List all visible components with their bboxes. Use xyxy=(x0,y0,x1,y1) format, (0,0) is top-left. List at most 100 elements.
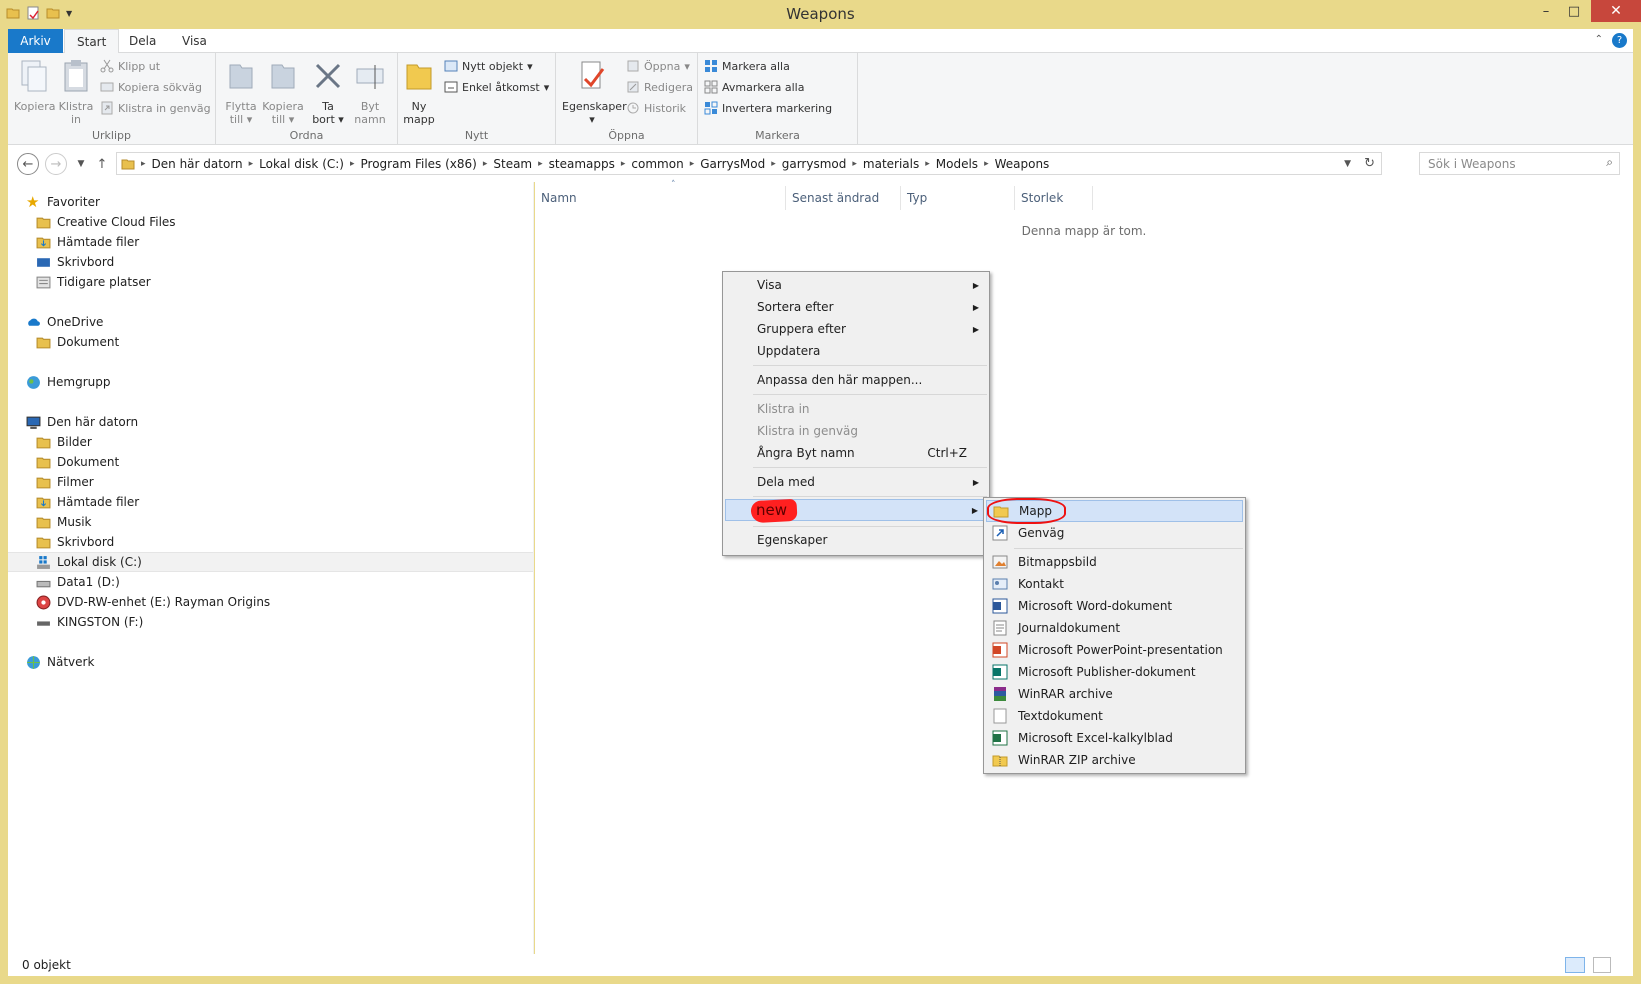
breadcrumb-item[interactable]: steamapps xyxy=(549,157,615,171)
nav-item[interactable]: Data1 (D:) xyxy=(36,572,120,592)
breadcrumb-item[interactable]: Models xyxy=(936,157,978,171)
cut-button[interactable]: Klipp ut xyxy=(100,57,160,75)
nav-item[interactable]: KINGSTON (F:) xyxy=(36,612,143,632)
address-dropdown-icon[interactable]: ▼ xyxy=(1344,159,1351,169)
select-all-button[interactable]: Markera alla xyxy=(704,57,790,75)
menu-separator xyxy=(1014,548,1243,549)
menu-item-group[interactable]: Gruppera efter ▶ xyxy=(725,318,987,340)
paste-button[interactable]: Klistra in xyxy=(58,59,94,126)
close-button[interactable]: ✕ xyxy=(1591,0,1641,22)
submenu-item-bitmap[interactable]: Bitmappsbild xyxy=(986,551,1243,573)
submenu-item-text[interactable]: Textdokument xyxy=(986,705,1243,727)
menu-item-view[interactable]: Visa ▶ xyxy=(725,274,987,296)
copy-button[interactable]: Kopiera xyxy=(14,59,55,113)
history-button[interactable]: Historik xyxy=(626,99,686,117)
new-item-icon xyxy=(444,60,458,72)
back-button[interactable]: ← xyxy=(17,153,39,175)
breadcrumb-item[interactable]: Steam xyxy=(493,157,532,171)
copy-to-icon xyxy=(271,64,295,89)
tab-visa[interactable]: Visa xyxy=(170,29,219,53)
copy-to-button[interactable]: Kopiera till ▾ xyxy=(262,59,304,126)
breadcrumb-item[interactable]: Program Files (x86) xyxy=(361,157,477,171)
nav-item[interactable]: Filmer xyxy=(36,472,94,492)
tab-start[interactable]: Start xyxy=(64,29,120,54)
nav-item[interactable]: Hämtade filer xyxy=(36,232,139,252)
nav-item[interactable]: Creative Cloud Files xyxy=(36,212,176,232)
nav-item[interactable]: Dokument xyxy=(36,332,119,352)
open-button[interactable]: Öppna ▾ xyxy=(626,57,690,75)
nav-item[interactable]: Dokument xyxy=(36,452,119,472)
folder-icon xyxy=(406,64,432,90)
properties-button[interactable]: Egenskaper ▾ xyxy=(562,59,627,126)
large-icons-view-icon[interactable] xyxy=(1593,957,1611,973)
submenu-item-publisher[interactable]: Microsoft Publisher-dokument xyxy=(986,661,1243,683)
copy-path-button[interactable]: Kopiera sökväg xyxy=(100,78,202,96)
tab-dela[interactable]: Dela xyxy=(117,29,168,53)
breadcrumb-item[interactable]: Weapons xyxy=(995,157,1050,171)
breadcrumb-item[interactable]: Den här datorn xyxy=(152,157,243,171)
forward-button[interactable]: → xyxy=(45,153,67,175)
menu-item-paste[interactable]: Klistra in xyxy=(725,398,987,420)
new-item-button[interactable]: Nytt objekt ▾ xyxy=(444,57,533,75)
refresh-icon[interactable]: ↻ xyxy=(1364,156,1375,171)
breadcrumb-item[interactable]: Lokal disk (C:) xyxy=(259,157,344,171)
breadcrumb-item[interactable]: materials xyxy=(863,157,919,171)
nav-item[interactable]: Skrivbord xyxy=(36,252,114,272)
column-header-size[interactable]: Storlek xyxy=(1015,186,1093,210)
move-to-button[interactable]: Flytta till ▾ xyxy=(222,59,260,126)
select-none-button[interactable]: Avmarkera alla xyxy=(704,78,804,96)
menu-separator xyxy=(753,526,987,527)
submenu-item-excel[interactable]: Microsoft Excel-kalkylblad xyxy=(986,727,1243,749)
recent-locations-icon[interactable]: ▼ xyxy=(70,153,92,175)
address-bar[interactable]: ▸ Den här datorn ▸ Lokal disk (C:) ▸ Progr… xyxy=(116,152,1382,175)
nav-favorites[interactable]: ★ Favoriter xyxy=(26,192,100,212)
nav-item[interactable]: DVD-RW-enhet (E:) Rayman Origins xyxy=(36,592,270,612)
nav-item[interactable]: Skrivbord xyxy=(36,532,114,552)
invert-selection-button[interactable]: Invertera markering xyxy=(704,99,832,117)
delete-button[interactable]: Ta bort ▾ xyxy=(308,59,348,126)
details-view-icon[interactable] xyxy=(1565,957,1585,973)
submenu-item-contact[interactable]: Kontakt xyxy=(986,573,1243,595)
menu-item-refresh[interactable]: Uppdatera xyxy=(725,340,987,362)
breadcrumb-item[interactable]: GarrysMod xyxy=(700,157,765,171)
nav-network[interactable]: Nätverk xyxy=(26,652,94,672)
menu-item-undo[interactable]: Ångra Byt namn Ctrl+Z xyxy=(725,442,987,464)
nav-item[interactable]: Musik xyxy=(36,512,92,532)
collapse-ribbon-icon[interactable]: ⌃ xyxy=(1595,34,1603,45)
nav-this-pc[interactable]: Den här datorn xyxy=(26,412,138,432)
submenu-item-winrar-zip[interactable]: WinRAR ZIP archive xyxy=(986,749,1243,771)
breadcrumb-item[interactable]: common xyxy=(631,157,683,171)
computer-icon xyxy=(26,416,41,429)
menu-item-customize[interactable]: Anpassa den här mappen... xyxy=(725,369,987,391)
submenu-item-winrar[interactable]: WinRAR archive xyxy=(986,683,1243,705)
rename-button[interactable]: Byt namn xyxy=(350,59,390,126)
menu-item-properties[interactable]: Egenskaper xyxy=(725,529,987,551)
menu-item-share[interactable]: Dela med ▶ xyxy=(725,471,987,493)
menu-item-paste-shortcut[interactable]: Klistra in genväg xyxy=(725,420,987,442)
edit-button[interactable]: Redigera xyxy=(626,78,693,96)
help-icon[interactable]: ? xyxy=(1612,33,1627,48)
nav-item-local-disk[interactable]: Lokal disk (C:) xyxy=(8,552,533,572)
menu-item-sort[interactable]: Sortera efter ▶ xyxy=(725,296,987,318)
submenu-item-word[interactable]: Microsoft Word-dokument xyxy=(986,595,1243,617)
zip-archive-icon xyxy=(992,755,1008,767)
submenu-item-journal[interactable]: Journaldokument xyxy=(986,617,1243,639)
submenu-item-shortcut[interactable]: Genväg xyxy=(986,522,1243,544)
column-header-type[interactable]: Typ xyxy=(901,186,1015,210)
column-header-modified[interactable]: Senast ändrad xyxy=(785,186,901,210)
nav-onedrive[interactable]: OneDrive xyxy=(26,312,103,332)
search-input[interactable]: Sök i Weapons ⌕ xyxy=(1419,152,1620,175)
breadcrumb-item[interactable]: garrysmod xyxy=(782,157,847,171)
tab-arkiv[interactable]: Arkiv xyxy=(8,29,63,53)
nav-item[interactable]: Tidigare platser xyxy=(36,272,151,292)
column-header-name[interactable]: Namn xyxy=(535,186,785,210)
nav-item[interactable]: Hämtade filer xyxy=(36,492,139,512)
nav-item[interactable]: Bilder xyxy=(36,432,92,452)
easy-access-button[interactable]: Enkel åtkomst ▾ xyxy=(444,78,549,96)
new-folder-button[interactable]: Ny mapp xyxy=(402,59,436,126)
submenu-item-powerpoint[interactable]: Microsoft PowerPoint-presentation xyxy=(986,639,1243,661)
paste-shortcut-button[interactable]: Klistra in genväg xyxy=(100,99,211,117)
maximize-button[interactable]: □ xyxy=(1557,0,1591,22)
up-button[interactable]: ↑ xyxy=(91,153,113,175)
nav-homegroup[interactable]: Hemgrupp xyxy=(26,372,111,392)
